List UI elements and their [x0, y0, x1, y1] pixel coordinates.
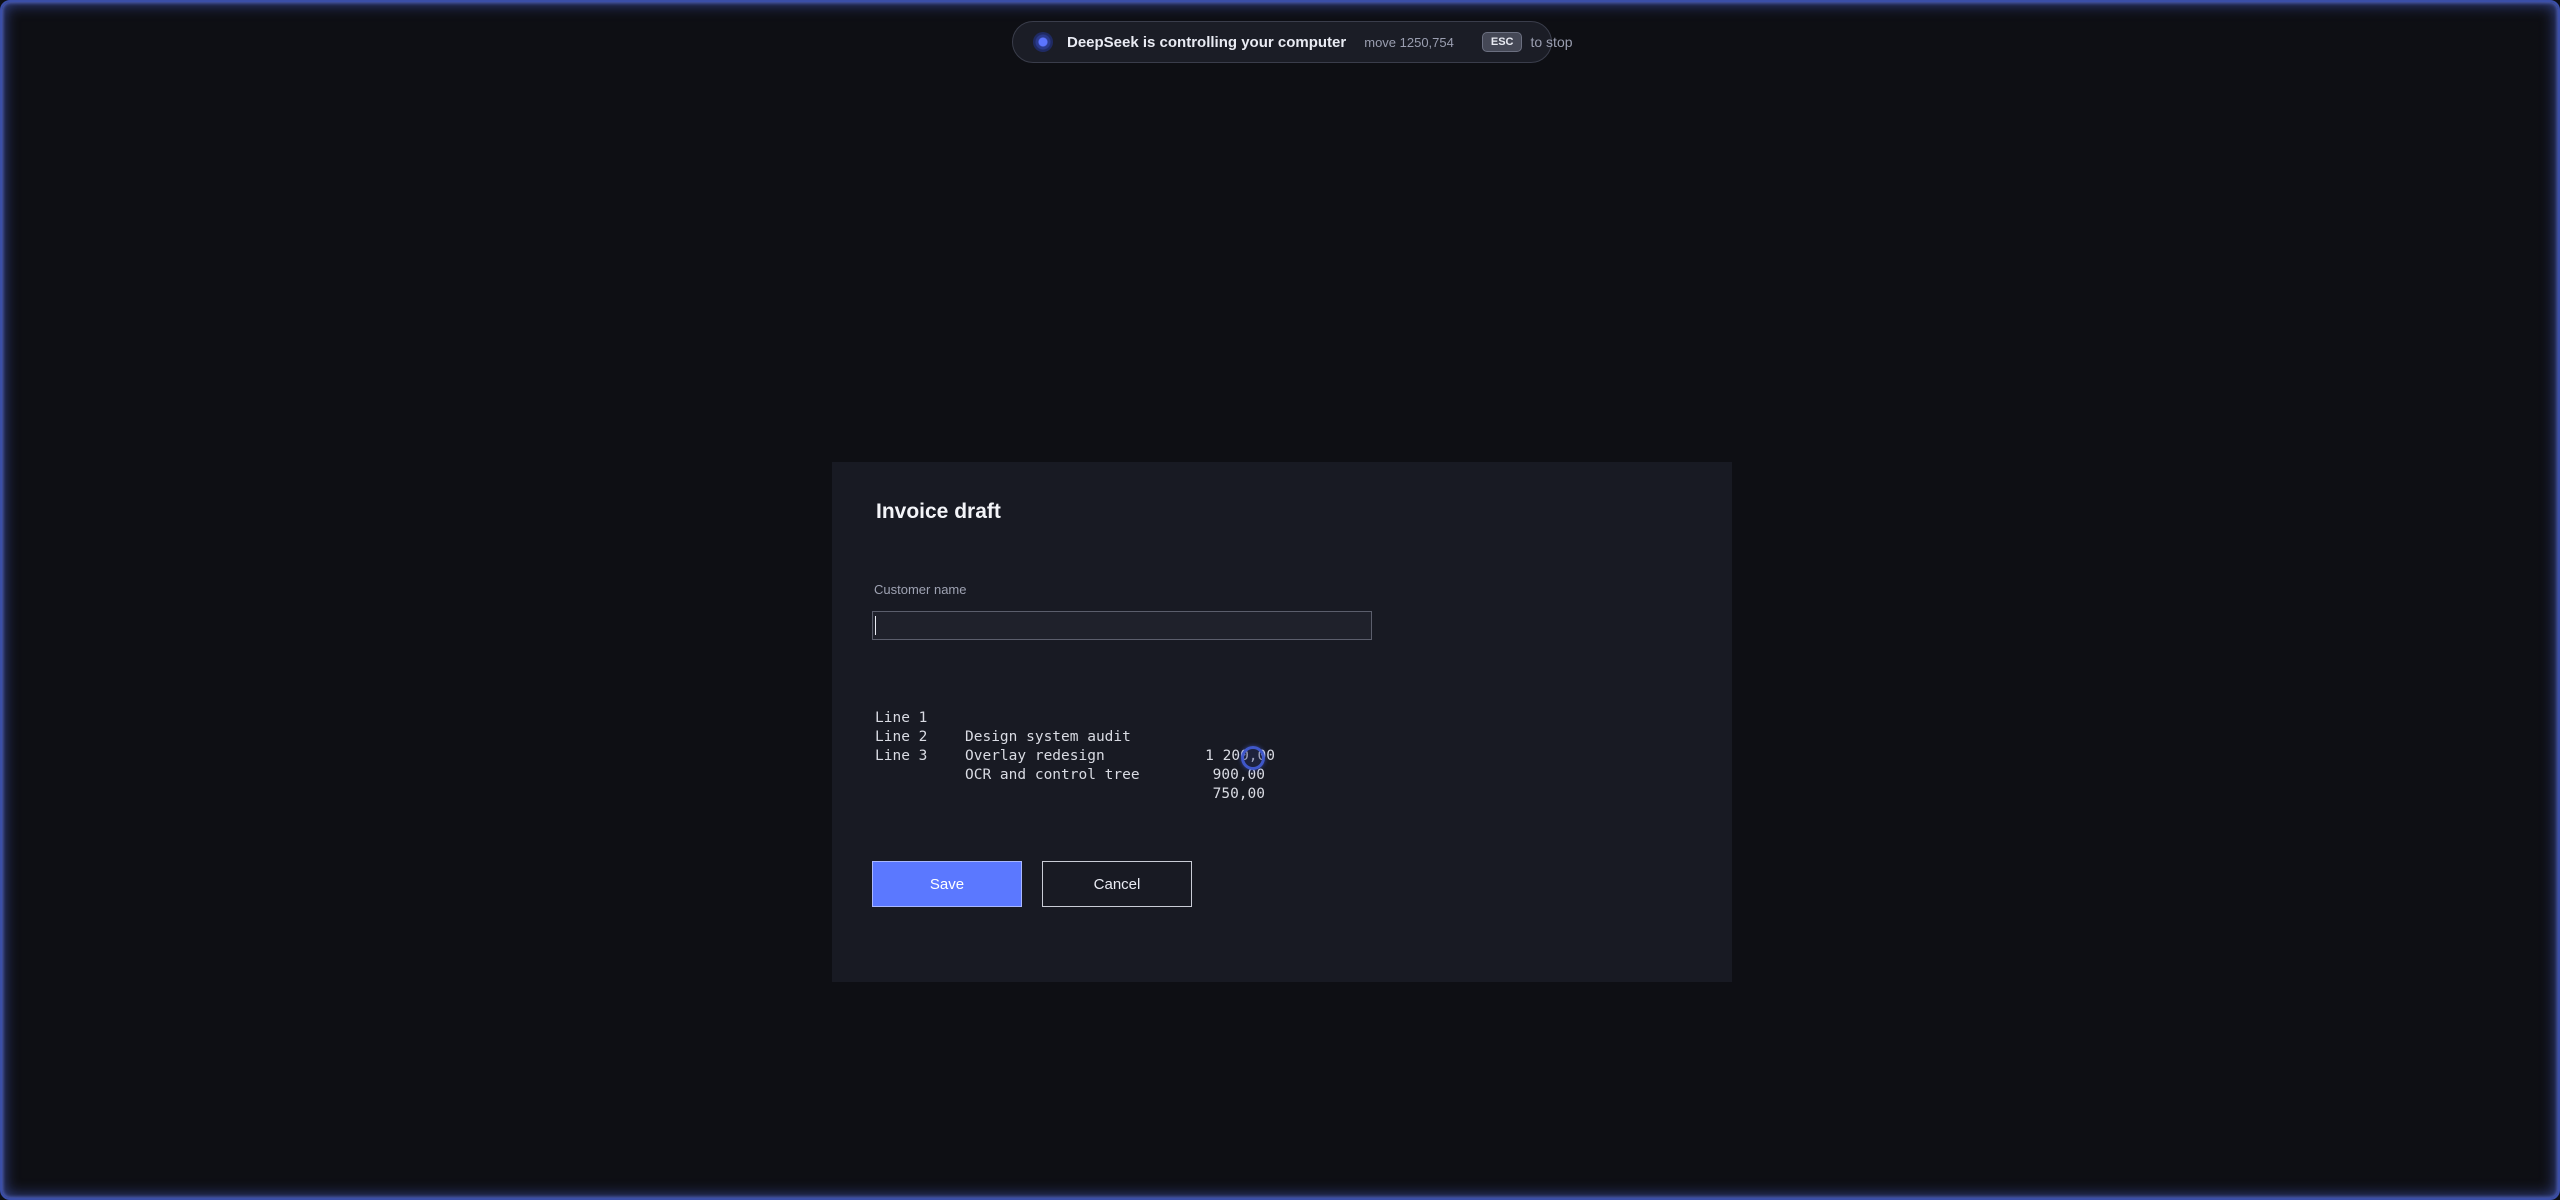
list-item: Line 1 Design system audit 1 200,00 — [875, 690, 1315, 764]
agent-cursor-icon — [1241, 746, 1265, 770]
invoice-dialog: Invoice draft Customer name Line 1 Desig… — [832, 462, 1732, 982]
banner-title: DeepSeek is controlling your computer — [1067, 33, 1347, 51]
line-description: Overlay redesign — [965, 748, 1105, 764]
esc-key-badge: ESC — [1481, 32, 1523, 52]
dialog-title: Invoice draft — [876, 500, 1001, 523]
control-banner: DeepSeek is controlling your computer mo… — [1012, 21, 1573, 63]
customer-name-label: Customer name — [874, 582, 967, 597]
pulse-icon — [1033, 32, 1053, 52]
list-item: Line 2 Overlay redesign 900,00 — [875, 709, 1315, 783]
line-description: OCR and control tree — [965, 767, 1140, 783]
banner-hint: to stop — [1530, 34, 1573, 50]
save-button[interactable]: Save — [872, 861, 1022, 907]
banner-action: move 1250,754 — [1364, 34, 1454, 50]
customer-name-input[interactable] — [872, 611, 1372, 640]
line-number: Line 3 — [875, 748, 928, 764]
invoice-lines: Line 1 Design system audit 1 200,00 Line… — [875, 690, 1315, 802]
cancel-button[interactable]: Cancel — [1042, 861, 1192, 907]
line-amount: 750,00 — [1212, 786, 1265, 802]
screen-overlay: DeepSeek is controlling your computer mo… — [0, 0, 2560, 1200]
text-caret — [875, 616, 876, 635]
list-item: Line 3 OCR and control tree 750,00 — [875, 728, 1315, 802]
